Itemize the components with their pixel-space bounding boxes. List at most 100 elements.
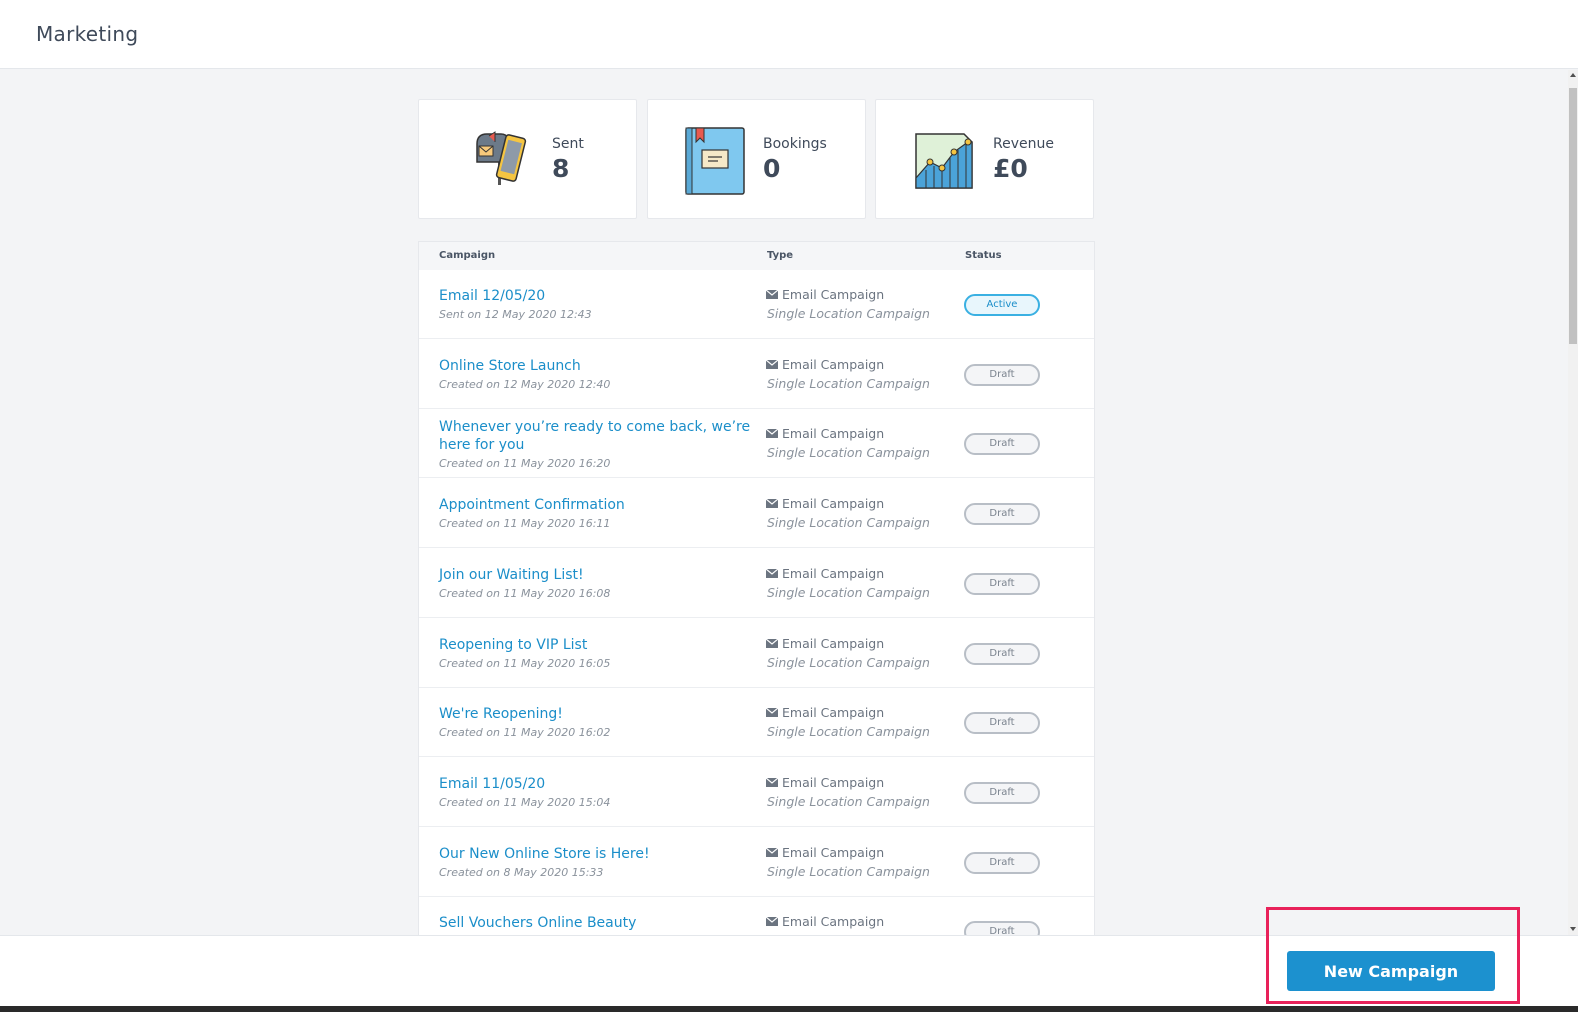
campaign-name-link[interactable]: Email 11/05/20 [439,775,764,793]
campaign-type: Email Campaign [766,287,884,302]
campaign-location-type: Single Location Campaign [767,724,930,740]
campaign-type: Email Campaign [766,914,884,929]
campaign-location-type: Single Location Campaign [767,375,930,391]
campaign-type: Email Campaign [766,705,884,720]
envelope-icon [766,638,778,648]
column-header-status[interactable]: Status [965,250,1002,261]
campaign-location-type: Single Location Campaign [767,584,930,600]
campaign-type-label: Email Campaign [782,774,885,790]
campaign-name-link[interactable]: Join our Waiting List! [439,566,764,584]
campaign-date: Created on 11 May 2020 16:11 [439,517,611,531]
envelope-icon [766,777,778,787]
table-row[interactable]: Whenever you’re ready to come back, we’r… [419,409,1094,479]
column-header-type[interactable]: Type [767,250,793,261]
envelope-icon [766,708,778,718]
scrollbar-thumb[interactable] [1569,88,1577,344]
table-row[interactable]: Online Store Launch Created on 12 May 202… [419,340,1094,409]
campaign-type-label: Email Campaign [782,635,885,651]
campaign-name-link[interactable]: We're Reopening! [439,705,764,723]
table-row[interactable]: Sell Vouchers Online Beauty Email Campaig… [419,897,1094,935]
booking-book-icon [685,127,745,195]
campaign-type: Email Campaign [766,845,884,860]
campaign-type: Email Campaign [766,636,884,651]
campaign-type-label: Email Campaign [782,496,885,512]
stat-card-sent: Sent 8 [418,99,637,219]
vertical-scrollbar[interactable] [1568,70,1578,935]
status-badge: Draft [964,712,1040,735]
stat-value-revenue: £0 [993,154,1028,183]
mailbox-phone-icon [476,131,527,185]
window-bottom-edge [0,1006,1578,1012]
envelope-icon [766,568,778,578]
envelope-icon [766,290,778,299]
status-badge: Draft [964,363,1040,386]
status-badge: Draft [964,781,1040,804]
status-badge: Draft [964,642,1040,665]
campaign-date: Created on 11 May 2020 15:04 [439,795,611,809]
stat-card-revenue: Revenue £0 [875,99,1094,219]
campaign-type: Email Campaign [766,496,884,511]
campaign-date: Created on 11 May 2020 16:08 [439,586,611,600]
scroll-down-icon[interactable] [1570,927,1576,931]
table-row[interactable]: Appointment Confirmation Created on 11 Ma… [419,479,1094,549]
campaign-name-link[interactable]: Appointment Confirmation [439,496,764,514]
stat-card-bookings: Bookings 0 [647,99,866,219]
status-badge: Draft [964,572,1040,595]
stat-label-bookings: Bookings [763,136,827,152]
status-badge: Draft [964,433,1040,456]
campaign-location-type: Single Location Campaign [767,515,930,531]
stat-value-bookings: 0 [763,154,781,183]
campaign-name-link[interactable]: Whenever you’re ready to come back, we’r… [439,418,764,454]
page-footer: New Campaign [0,935,1578,1006]
campaign-name-link[interactable]: Sell Vouchers Online Beauty [439,914,764,932]
status-badge: Draft [964,851,1040,874]
main-content: Sent 8 Bookings 0 Revenue £0 Campaign Ty… [0,70,1568,935]
column-header-campaign[interactable]: Campaign [439,250,495,261]
status-badge: Draft [964,921,1040,935]
table-row[interactable]: Reopening to VIP List Created on 11 May 2… [419,619,1094,688]
stat-label-sent: Sent [552,136,584,152]
campaign-date: Created on 11 May 2020 16:02 [439,726,611,740]
campaign-table: Campaign Type Status Email 12/05/20 Sent … [418,241,1095,935]
table-header: Campaign Type Status [419,242,1094,270]
campaign-type-label: Email Campaign [782,844,885,860]
envelope-icon [766,429,778,439]
campaign-date: Created on 11 May 2020 16:20 [439,457,611,471]
campaign-type-label: Email Campaign [782,565,885,581]
campaign-location-type: Single Location Campaign [767,863,930,879]
table-row[interactable]: We're Reopening! Created on 11 May 2020 1… [419,688,1094,758]
campaign-type: Email Campaign [766,357,884,372]
campaign-name-link[interactable]: Reopening to VIP List [439,636,764,654]
campaign-type-label: Email Campaign [782,914,885,930]
status-badge: Draft [964,503,1040,526]
campaign-location-type: Single Location Campaign [767,654,930,670]
campaign-name-link[interactable]: Email 12/05/20 [439,287,764,305]
campaign-type-label: Email Campaign [782,356,885,372]
campaign-type-label: Email Campaign [782,705,885,721]
stats-panel: Sent 8 Bookings 0 Revenue £0 [418,99,1095,219]
campaign-type-label: Email Campaign [782,287,885,302]
campaign-type: Email Campaign [766,775,884,790]
page-header: Marketing [0,0,1578,69]
campaign-name-link[interactable]: Our New Online Store is Here! [439,845,764,863]
campaign-date: Created on 8 May 2020 15:33 [439,865,604,879]
table-row[interactable]: Our New Online Store is Here! Created on … [419,828,1094,897]
new-campaign-button[interactable]: New Campaign [1287,951,1495,991]
campaign-type-label: Email Campaign [782,426,885,442]
stat-label-revenue: Revenue [993,136,1054,152]
stat-value-sent: 8 [552,154,570,183]
campaign-name-link[interactable]: Online Store Launch [439,357,764,375]
table-row[interactable]: Email 12/05/20 Sent on 12 May 2020 12:43 E… [419,270,1094,339]
campaign-date: Sent on 12 May 2020 12:43 [439,308,592,321]
envelope-icon [766,499,778,509]
envelope-icon [766,847,778,857]
scroll-up-icon[interactable] [1570,73,1576,77]
campaign-date: Created on 11 May 2020 16:05 [439,656,611,670]
campaign-location-type: Single Location Campaign [767,306,930,321]
revenue-chart-icon [915,133,973,189]
table-row[interactable]: Email 11/05/20 Created on 11 May 2020 15:… [419,758,1094,827]
campaign-date: Created on 12 May 2020 12:40 [439,377,611,391]
envelope-icon [766,917,778,927]
table-row[interactable]: Join our Waiting List! Created on 11 May … [419,549,1094,618]
status-badge: Active [964,294,1040,316]
